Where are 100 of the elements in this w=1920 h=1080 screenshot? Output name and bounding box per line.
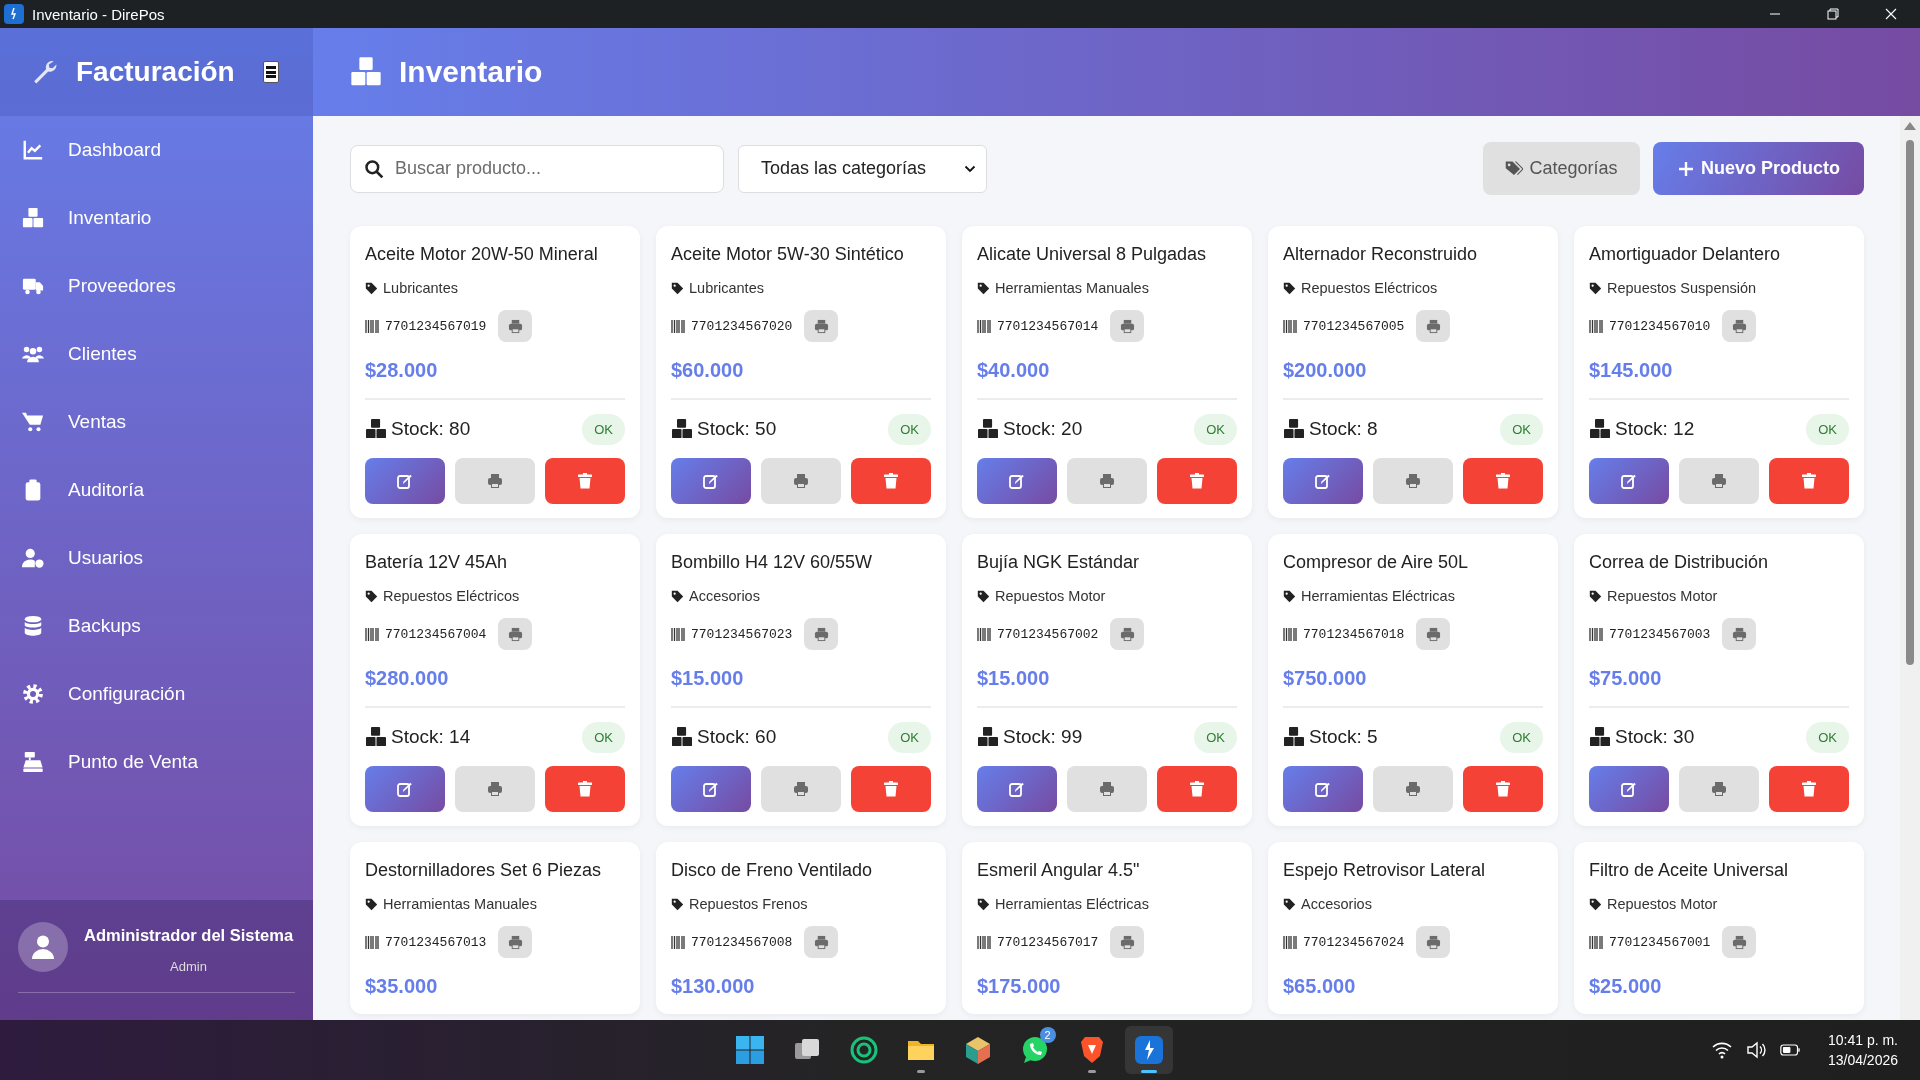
tag-icon bbox=[1283, 897, 1296, 911]
barcode-number: 7701234567013 bbox=[385, 934, 487, 950]
print-button[interactable] bbox=[1067, 766, 1147, 812]
print-barcode-button[interactable] bbox=[1722, 310, 1757, 342]
barcode-icon bbox=[977, 627, 991, 641]
print-button[interactable] bbox=[455, 458, 535, 504]
clock[interactable]: 10:41 p. m. 13/04/2026 bbox=[1827, 1030, 1898, 1070]
category-select[interactable]: Todas las categorías bbox=[738, 144, 987, 193]
edit-button[interactable] bbox=[1589, 766, 1669, 812]
print-button[interactable] bbox=[455, 766, 535, 812]
print-barcode-button[interactable] bbox=[1416, 926, 1451, 958]
volume-icon[interactable] bbox=[1745, 1041, 1766, 1059]
print-barcode-button[interactable] bbox=[1110, 926, 1145, 958]
delete-button[interactable] bbox=[1157, 766, 1237, 812]
print-icon bbox=[1119, 626, 1135, 642]
delete-button[interactable] bbox=[545, 458, 625, 504]
edit-button[interactable] bbox=[671, 766, 751, 812]
print-icon bbox=[1731, 626, 1747, 642]
print-icon bbox=[1711, 473, 1727, 489]
print-barcode-button[interactable] bbox=[804, 310, 839, 342]
wifi-icon[interactable] bbox=[1711, 1041, 1732, 1059]
edit-button[interactable] bbox=[1589, 458, 1669, 504]
cubes-icon bbox=[977, 727, 999, 747]
print-icon bbox=[487, 781, 503, 797]
product-name: Bombillo H4 12V 60/55W bbox=[671, 551, 874, 574]
search-field[interactable]: Buscar producto... bbox=[350, 144, 724, 193]
barcode-icon bbox=[1589, 627, 1603, 641]
barcode-number: 7701234567020 bbox=[691, 318, 793, 334]
sidebar-item[interactable]: Dashboard bbox=[0, 116, 313, 184]
print-icon bbox=[793, 781, 809, 797]
print-barcode-button[interactable] bbox=[804, 926, 839, 958]
print-button[interactable] bbox=[761, 766, 841, 812]
category-label: Repuestos Suspensión bbox=[1607, 280, 1757, 296]
print-barcode-button[interactable] bbox=[498, 310, 533, 342]
battery-icon[interactable] bbox=[1779, 1041, 1800, 1059]
category-label: Repuestos Motor bbox=[1607, 588, 1718, 604]
menu-button[interactable] bbox=[262, 61, 279, 83]
close-icon[interactable] bbox=[1885, 8, 1897, 20]
new-product-button[interactable]: Nuevo Producto bbox=[1653, 142, 1864, 195]
edit-button[interactable] bbox=[365, 766, 445, 812]
print-barcode-button[interactable] bbox=[1416, 310, 1451, 342]
categories-button[interactable]: Categorías bbox=[1483, 142, 1640, 195]
category-label: Lubricantes bbox=[383, 280, 458, 296]
delete-button[interactable] bbox=[1463, 458, 1543, 504]
print-button[interactable] bbox=[1373, 458, 1453, 504]
scroll-up-icon[interactable] bbox=[1904, 122, 1916, 130]
product-price: $15.000 bbox=[977, 666, 1051, 691]
taskbar-app[interactable] bbox=[1124, 1026, 1173, 1074]
delete-button[interactable] bbox=[545, 766, 625, 812]
scrollbar[interactable] bbox=[1900, 116, 1920, 1020]
barcode-number: 7701234567002 bbox=[997, 626, 1099, 642]
delete-button[interactable] bbox=[1157, 458, 1237, 504]
print-button[interactable] bbox=[1067, 458, 1147, 504]
sidebar-item[interactable]: Usuarios bbox=[0, 524, 313, 592]
delete-button[interactable] bbox=[851, 766, 931, 812]
barcode-number: 7701234567004 bbox=[385, 626, 487, 642]
delete-button[interactable] bbox=[1769, 766, 1849, 812]
scrollbar-thumb[interactable] bbox=[1906, 140, 1914, 665]
print-barcode-button[interactable] bbox=[1722, 618, 1757, 650]
print-barcode-button[interactable] bbox=[1416, 618, 1451, 650]
sidebar-item[interactable]: Clientes bbox=[0, 320, 313, 388]
edit-button[interactable] bbox=[1283, 766, 1363, 812]
sidebar-item[interactable]: Backups bbox=[0, 592, 313, 660]
edit-button[interactable] bbox=[671, 458, 751, 504]
edit-button[interactable] bbox=[977, 766, 1057, 812]
tag-icon bbox=[365, 281, 378, 295]
product-name: Espejo Retrovisor Lateral bbox=[1283, 859, 1487, 882]
trash-icon bbox=[1495, 473, 1511, 489]
print-barcode-button[interactable] bbox=[1722, 926, 1757, 958]
sidebar-item[interactable]: Auditoría bbox=[0, 456, 313, 524]
edit-button[interactable] bbox=[365, 458, 445, 504]
bolt-app-icon[interactable] bbox=[1133, 1035, 1164, 1065]
delete-button[interactable] bbox=[851, 458, 931, 504]
print-button[interactable] bbox=[1679, 458, 1759, 504]
sidebar-item[interactable]: Punto de Venta bbox=[0, 728, 313, 796]
category-label: Herramientas Manuales bbox=[995, 280, 1149, 296]
edit-icon bbox=[1621, 473, 1637, 489]
print-button[interactable] bbox=[1373, 766, 1453, 812]
sidebar-item[interactable]: Inventario bbox=[0, 184, 313, 252]
tag-icon bbox=[671, 589, 684, 603]
print-barcode-button[interactable] bbox=[804, 618, 839, 650]
print-button[interactable] bbox=[1679, 766, 1759, 812]
print-barcode-button[interactable] bbox=[1110, 310, 1145, 342]
restore-icon[interactable] bbox=[1827, 8, 1839, 20]
taskbar-app[interactable]: 2 bbox=[1010, 1026, 1059, 1074]
edit-button[interactable] bbox=[977, 458, 1057, 504]
windows-logo-icon[interactable] bbox=[734, 1035, 765, 1065]
print-barcode-button[interactable] bbox=[1110, 618, 1145, 650]
circle-app-icon[interactable] bbox=[848, 1035, 879, 1065]
print-barcode-button[interactable] bbox=[498, 618, 533, 650]
product-name: Amortiguador Delantero bbox=[1589, 243, 1782, 266]
category-label: Repuestos Motor bbox=[1607, 896, 1718, 912]
edit-button[interactable] bbox=[1283, 458, 1363, 504]
print-barcode-button[interactable] bbox=[498, 926, 533, 958]
sidebar-item[interactable]: Configuración bbox=[0, 660, 313, 728]
sidebar-item[interactable]: Ventas bbox=[0, 388, 313, 456]
sidebar-item[interactable]: Proveedores bbox=[0, 252, 313, 320]
print-button[interactable] bbox=[761, 458, 841, 504]
delete-button[interactable] bbox=[1769, 458, 1849, 504]
delete-button[interactable] bbox=[1463, 766, 1543, 812]
